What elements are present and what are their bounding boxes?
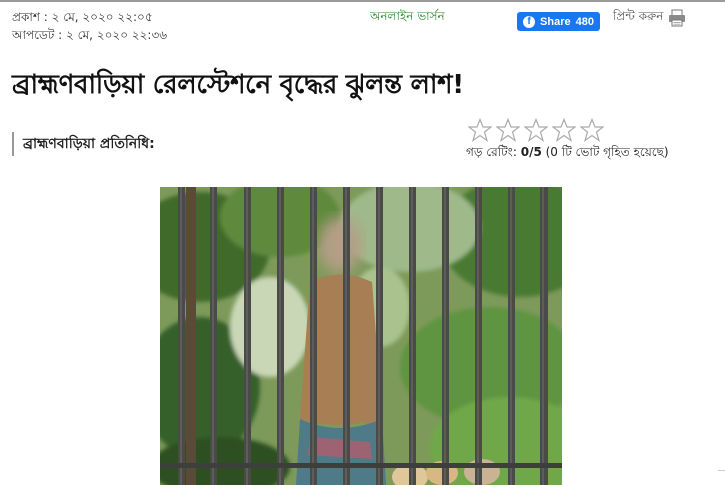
share-label: Share [540,15,571,28]
rating-prefix: গড় রেটিং: [466,145,521,159]
rating-stars [468,118,669,142]
divider [718,470,725,471]
edition-label: অনলাইন ভার্সন [370,9,445,23]
rating-value: 0/5 [520,145,542,159]
star-icon[interactable] [468,118,492,142]
article-photo [160,187,562,485]
star-icon[interactable] [580,118,604,142]
share-count: 480 [575,15,594,28]
print-label: প্রিন্ট করুন [613,9,664,23]
star-icon[interactable] [552,118,576,142]
rating-votes: (0 টি ভোট গৃহিত হয়েছে) [541,145,669,159]
facebook-icon: f [523,15,536,28]
print-button[interactable]: প্রিন্ট করুন [613,8,686,28]
printer-icon [669,9,686,27]
rating-widget: গড় রেটিং: 0/5 (0 টি ভোট গৃহিত হয়েছে) [466,118,669,164]
updated-date: আপডেট : ২ মে, ২০২০ ২২:৩৬ [12,28,168,42]
rating-summary: গড় রেটিং: 0/5 (0 টি ভোট গৃহিত হয়েছে) [466,144,669,164]
photo-scene [160,187,562,485]
star-icon[interactable] [496,118,520,142]
article-headline: ব্রাহ্মণবাড়িয়া রেলস্টেশনে বৃদ্ধের ঝুলন… [12,70,464,100]
article-byline: ব্রাহ্মণবাড়িয়া প্রতিনিধি: [12,132,155,156]
facebook-share-button[interactable]: f Share 480 [517,12,600,31]
article-meta: প্রকাশ : ২ মে, ২০২০ ২২:০৫ আপডেট : ২ মে, … [12,8,167,44]
published-date: প্রকাশ : ২ মে, ২০২০ ২২:০৫ [12,10,153,24]
star-icon[interactable] [524,118,548,142]
